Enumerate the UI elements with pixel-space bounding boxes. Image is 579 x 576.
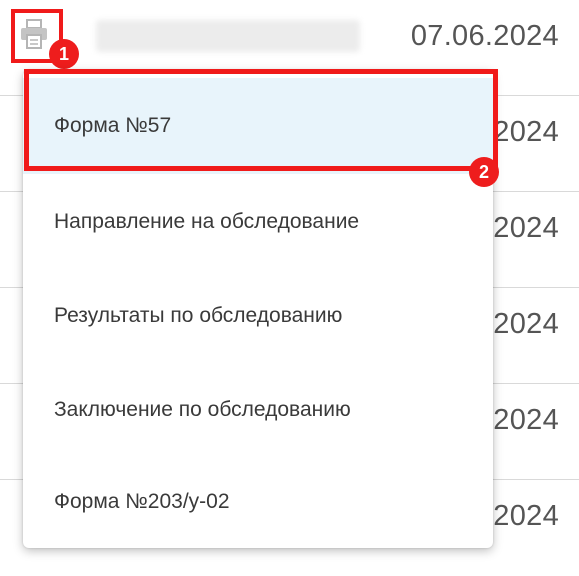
row-date: 2024	[493, 404, 559, 436]
menu-item-form-203[interactable]: Форма №203/у-02	[23, 454, 493, 550]
redacted-text	[96, 20, 360, 52]
menu-item-examination-results[interactable]: Результаты по обследованию	[23, 268, 493, 364]
menu-item-label: Направление на обследование	[54, 210, 360, 233]
menu-item-examination-conclusion[interactable]: Заключение по обследованию	[23, 362, 493, 458]
row-date: 2024	[493, 500, 559, 532]
menu-item-highlight-frame	[24, 69, 498, 171]
menu-item-label: Заключение по обследованию	[54, 398, 351, 421]
menu-item-label: Форма №203/у-02	[54, 490, 230, 513]
menu-item-examination-referral[interactable]: Направление на обследование	[23, 174, 493, 270]
menu-item-label: Результаты по обследованию	[54, 304, 343, 327]
row-date: 2024	[493, 308, 559, 340]
row-date: 2024	[493, 212, 559, 244]
row-date: 2024	[493, 116, 559, 148]
callout-badge-2: 2	[469, 157, 499, 187]
row-date: 07.06.2024	[410, 20, 559, 52]
callout-badge-1: 1	[49, 39, 79, 69]
